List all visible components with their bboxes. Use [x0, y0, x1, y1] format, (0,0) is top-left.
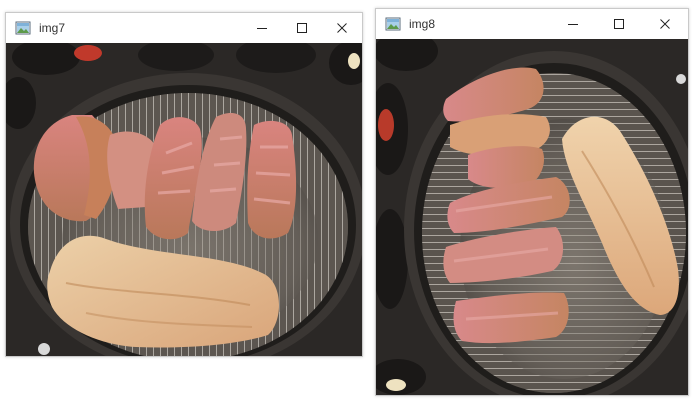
minimize-icon: [568, 24, 578, 25]
minimize-button[interactable]: [242, 13, 282, 43]
close-icon: [660, 19, 670, 29]
image-canvas: [376, 39, 688, 395]
maximize-icon: [614, 19, 624, 29]
image-viewer-icon: [385, 16, 401, 32]
maximize-button[interactable]: [596, 9, 642, 39]
window-title: img7: [39, 21, 66, 35]
close-button[interactable]: [642, 9, 688, 39]
image-window-img8[interactable]: img8: [375, 8, 689, 396]
close-button[interactable]: [322, 13, 362, 43]
grill-photo-img8: [376, 39, 688, 395]
window-title: img8: [409, 17, 436, 31]
title-bar[interactable]: img8: [376, 9, 688, 39]
maximize-icon: [297, 23, 307, 33]
title-bar[interactable]: img7: [6, 13, 362, 43]
window-controls: [242, 13, 362, 43]
window-controls: [550, 9, 688, 39]
close-icon: [337, 23, 347, 33]
minimize-icon: [257, 28, 267, 29]
desktop: img7 img8: [0, 0, 699, 417]
image-window-img7[interactable]: img7: [5, 12, 363, 357]
maximize-button[interactable]: [282, 13, 322, 43]
image-canvas: [6, 43, 362, 356]
minimize-button[interactable]: [550, 9, 596, 39]
grill-photo-img7: [6, 43, 362, 356]
image-viewer-icon: [15, 20, 31, 36]
